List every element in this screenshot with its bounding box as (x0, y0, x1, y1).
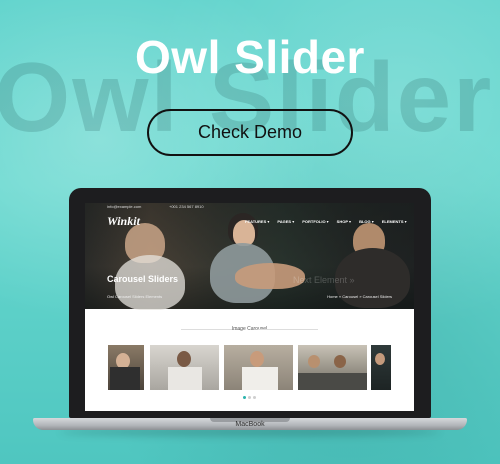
site-topbar: info@example.com +001 234 567 8910 (85, 203, 414, 210)
slide-photo-face (308, 355, 320, 368)
slide-photo-table (298, 373, 367, 390)
site-nav: FEATURES ▾ PAGES ▾ PORTFOLIO ▾ SHOP ▾ BL… (245, 219, 407, 224)
carousel-slide[interactable] (150, 345, 219, 390)
slide-photo-face (375, 353, 385, 365)
carousel-slide[interactable] (108, 345, 144, 390)
check-demo-button[interactable]: Check Demo (147, 109, 353, 156)
hero-title: Carousel Sliders (107, 274, 179, 284)
carousel-dot[interactable] (243, 396, 246, 399)
slide-photo-body (242, 367, 278, 390)
carousel-dot[interactable] (248, 396, 251, 399)
page-title: Owl Slider (135, 31, 365, 83)
nav-item-features[interactable]: FEATURES ▾ (245, 219, 269, 224)
breadcrumb[interactable]: Home » Carousel » Carousel Sliders (327, 294, 392, 299)
slide-photo-body (110, 367, 140, 390)
slide-photo-face (334, 355, 346, 368)
slide-photo-face (250, 351, 264, 367)
next-element-link[interactable]: Next Element » (293, 275, 355, 285)
hero-subtitle: Owl Carousel Sliders Elements (107, 294, 163, 299)
slide-photo-body (168, 367, 202, 390)
nav-item-portfolio[interactable]: PORTFOLIO ▾ (302, 219, 328, 224)
carousel-dot[interactable] (253, 396, 256, 399)
site-logo[interactable]: Winkit (107, 214, 140, 229)
carousel-slide[interactable] (298, 345, 367, 390)
laptop-screen: info@example.com +001 234 567 8910 Winki… (85, 203, 414, 411)
carousel-slide[interactable] (224, 345, 293, 390)
section-heading: Image Carousel (231, 326, 268, 332)
topbar-phone[interactable]: +001 234 567 8910 (169, 204, 204, 209)
section-divider-right (258, 329, 318, 330)
laptop-brand-label: MacBook (235, 421, 265, 428)
carousel-slide[interactable] (371, 345, 391, 390)
nav-item-elements[interactable]: ELEMENTS ▾ (382, 219, 407, 224)
topbar-email[interactable]: info@example.com (107, 204, 141, 209)
nav-item-pages[interactable]: PAGES ▾ (277, 219, 294, 224)
nav-item-shop[interactable]: SHOP ▾ (337, 219, 351, 224)
carousel-dots (85, 396, 414, 399)
slide-photo-face (177, 351, 191, 367)
nav-item-blog[interactable]: BLOG ▾ (359, 219, 374, 224)
